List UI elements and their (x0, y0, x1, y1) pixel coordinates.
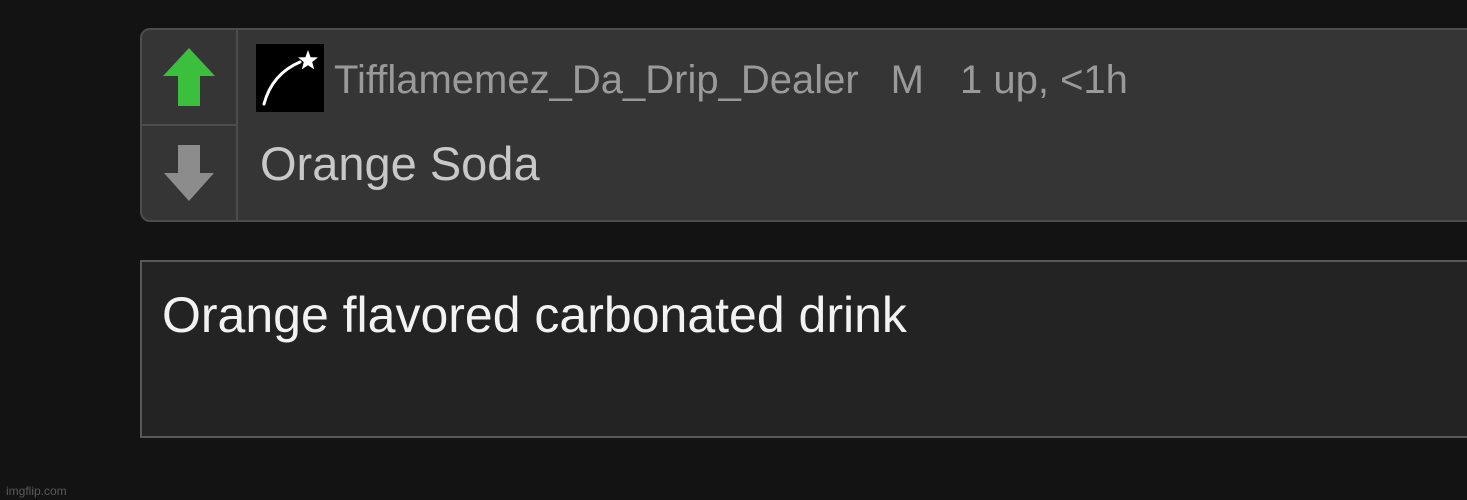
arrow-up-icon (163, 48, 215, 106)
comment-title: Orange Soda (260, 137, 540, 190)
downvote-button[interactable] (142, 126, 236, 220)
arrow-down-icon (164, 145, 214, 201)
comment-meta: Tifflamemez_Da_Drip_Dealer M 1 up, <1h (334, 52, 1128, 108)
vote-column (142, 30, 238, 220)
mod-badge: M (890, 57, 924, 102)
score-time: 1 up, <1h (959, 57, 1128, 102)
shooting-star-icon (262, 50, 318, 106)
upvote-button[interactable] (142, 30, 236, 126)
comment-card: Tifflamemez_Da_Drip_Dealer M 1 up, <1h O… (140, 28, 1467, 222)
avatar[interactable] (256, 44, 324, 112)
username-link[interactable]: Tifflamemez_Da_Drip_Dealer (334, 58, 859, 103)
description-text: Orange flavored carbonated drink (162, 287, 907, 343)
description-box: Orange flavored carbonated drink (140, 260, 1467, 438)
watermark: imgflip.com (6, 484, 67, 498)
